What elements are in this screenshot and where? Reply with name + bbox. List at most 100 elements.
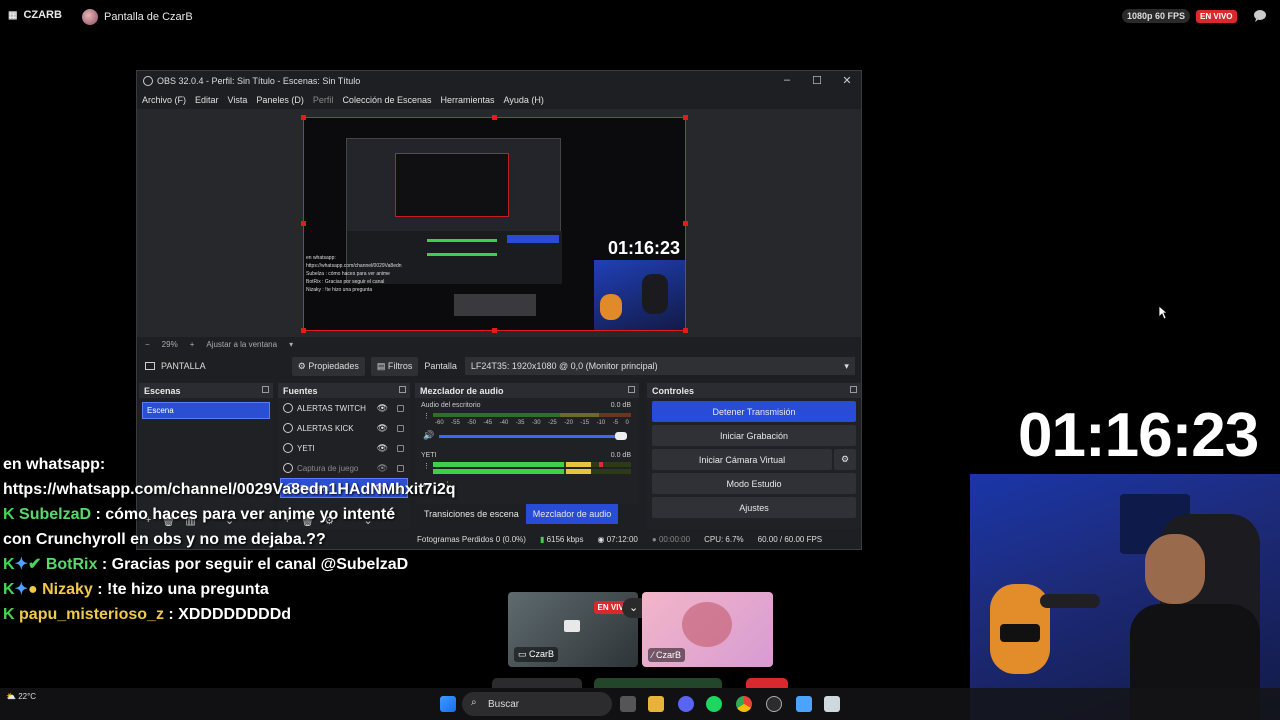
- obs-titlebar: OBS 32.0.4 - Perfil: Sin Título - Escena…: [137, 71, 861, 91]
- participant-thumb[interactable]: ▭ CzarB EN VIVO: [508, 592, 638, 667]
- webcam-feed: [970, 474, 1280, 720]
- spotify-icon[interactable]: [706, 696, 722, 712]
- menu-archivo[interactable]: Archivo (F): [142, 95, 186, 105]
- gear-icon: ⚙: [297, 360, 306, 371]
- chrome-icon[interactable]: [736, 696, 752, 712]
- gear-icon[interactable]: ⚙: [834, 449, 856, 470]
- participant-thumb[interactable]: ⁄ CzarB: [642, 592, 773, 667]
- microphone: [1040, 594, 1100, 608]
- monitor-icon: [145, 362, 155, 370]
- kick-icon: K: [3, 606, 15, 623]
- controls-dock: Controles Detener Transmisión Iniciar Gr…: [647, 383, 861, 549]
- fit-window[interactable]: Ajustar a la ventana: [206, 340, 277, 349]
- avatar: [82, 9, 98, 25]
- minimize-icon[interactable]: –: [777, 74, 797, 86]
- kick-icon: K: [3, 556, 15, 573]
- sources-header: Fuentes: [278, 383, 410, 398]
- source-item[interactable]: ALERTAS TWITCH 👁: [278, 398, 410, 418]
- studio-mode-button[interactable]: Modo Estudio: [652, 473, 856, 494]
- close-icon[interactable]: ✕: [837, 74, 857, 87]
- eye-icon[interactable]: 👁: [377, 423, 388, 434]
- screen-share-label: Pantalla de CzarB: [82, 9, 193, 25]
- menu-coleccion[interactable]: Colección de Escenas: [342, 95, 431, 105]
- chat-message: en whatsapp: https://whatsapp.com/channe…: [3, 456, 456, 498]
- chat-icon[interactable]: [1253, 9, 1267, 23]
- streamer-head: [1145, 534, 1205, 604]
- settings-button[interactable]: Ajustes: [652, 497, 856, 518]
- weather-widget[interactable]: ⛅ 22°C: [6, 692, 36, 701]
- start-recording-button[interactable]: Iniciar Grabación: [652, 425, 856, 446]
- cpu-usage: CPU: 6.7%: [704, 534, 744, 544]
- channel-db: 0.0 dB: [610, 452, 631, 459]
- level-meter: [433, 469, 631, 474]
- screen-share-icon: [564, 620, 580, 632]
- lock-icon[interactable]: [397, 405, 404, 412]
- hangup-button[interactable]: [746, 678, 788, 688]
- popout-icon[interactable]: [262, 386, 269, 393]
- sub-icon: ●: [27, 581, 38, 598]
- menu-perfil[interactable]: Perfil: [313, 95, 334, 105]
- rec-time: ● 00:00:00: [651, 534, 691, 544]
- obs-app-icon[interactable]: [766, 696, 782, 712]
- call-control[interactable]: [492, 678, 582, 688]
- taskbar-search[interactable]: ⌕ Buscar: [462, 692, 612, 716]
- start-virtual-cam-button[interactable]: Iniciar Cámara Virtual: [652, 449, 832, 470]
- lock-icon[interactable]: [397, 425, 404, 432]
- channel-name: CZARB: [23, 9, 62, 21]
- chat-overlay: en whatsapp: https://whatsapp.com/channe…: [0, 452, 456, 627]
- properties-button[interactable]: ⚙ Propiedades: [291, 356, 365, 376]
- zoom-level: 29%: [161, 339, 178, 349]
- verified-icon: ✔: [27, 556, 42, 573]
- preview-webcam: [594, 260, 685, 330]
- popout-icon[interactable]: [628, 386, 635, 393]
- menu-paneles[interactable]: Paneles (D): [256, 95, 304, 105]
- tab-transitions[interactable]: Transiciones de escena: [417, 504, 526, 524]
- grid-icon: ▦: [8, 9, 18, 21]
- record-icon: ●: [651, 534, 657, 544]
- zoom-out-icon[interactable]: −: [145, 340, 150, 349]
- fps-readout: 60.00 / 60.00 FPS: [757, 534, 823, 544]
- discord-icon[interactable]: [678, 696, 694, 712]
- channel-name: YETI: [421, 452, 437, 459]
- channel-name: Audio del escritorio: [421, 402, 481, 409]
- source-item[interactable]: ALERTAS KICK 👁: [278, 418, 410, 438]
- channel-link[interactable]: ▦ CZARB: [8, 9, 62, 21]
- stop-stream-button[interactable]: Detener Transmisión: [652, 401, 856, 422]
- popout-icon[interactable]: [399, 386, 406, 393]
- eye-icon[interactable]: 👁: [377, 403, 388, 414]
- badge-icon: ✦: [14, 556, 28, 573]
- calculator-icon[interactable]: [824, 696, 840, 712]
- chevron-down-icon[interactable]: ▾: [289, 340, 293, 349]
- zoom-in-icon[interactable]: +: [190, 340, 195, 349]
- file-explorer-icon[interactable]: [648, 696, 664, 712]
- lock-icon[interactable]: [397, 445, 404, 452]
- preview-canvas[interactable]: 01:16:23 en whatsapp: https://whatsapp.co…: [303, 117, 686, 331]
- level-meter: [433, 462, 631, 467]
- stream-topbar: ▦ CZARB Pantalla de CzarB 1080p 60 FPS E…: [0, 0, 1280, 32]
- popout-icon[interactable]: [850, 386, 857, 393]
- chat-username: BotRix: [45, 556, 98, 573]
- call-control[interactable]: [594, 678, 722, 688]
- virtual-cam-row: Iniciar Cámara Virtual ⚙: [647, 446, 861, 470]
- menu-herramientas[interactable]: Herramientas: [441, 95, 495, 105]
- scene-item[interactable]: Escena: [142, 402, 270, 419]
- volume-knob[interactable]: [615, 432, 627, 440]
- obs-logo-icon: [143, 76, 153, 86]
- notepad-icon[interactable]: [796, 696, 812, 712]
- chat-message: K papu_misterioso_z : XDDDDDDDDd: [3, 606, 292, 623]
- task-view-icon[interactable]: [620, 696, 636, 712]
- speaker-icon[interactable]: 🔊: [423, 430, 434, 441]
- menu-ayuda[interactable]: Ayuda (H): [504, 95, 544, 105]
- volume-slider[interactable]: [439, 435, 623, 438]
- menu-editar[interactable]: Editar: [195, 95, 219, 105]
- maximize-icon[interactable]: ☐: [807, 74, 827, 87]
- more-icon[interactable]: ⋮: [423, 412, 430, 420]
- display-select[interactable]: LF24T35: 1920x1080 @ 0,0 (Monitor princi…: [464, 357, 855, 375]
- menu-vista[interactable]: Vista: [228, 95, 248, 105]
- more-icon[interactable]: ⋮: [423, 462, 430, 470]
- windows-start-icon[interactable]: [440, 696, 456, 712]
- source-toolbar: PANTALLA ⚙ Propiedades ▤ Filtros Pantall…: [137, 354, 861, 378]
- filters-button[interactable]: ▤ Filtros: [370, 356, 419, 376]
- monitor-icon: ▭: [518, 649, 527, 659]
- tab-audio-mixer[interactable]: Mezclador de audio: [525, 504, 619, 524]
